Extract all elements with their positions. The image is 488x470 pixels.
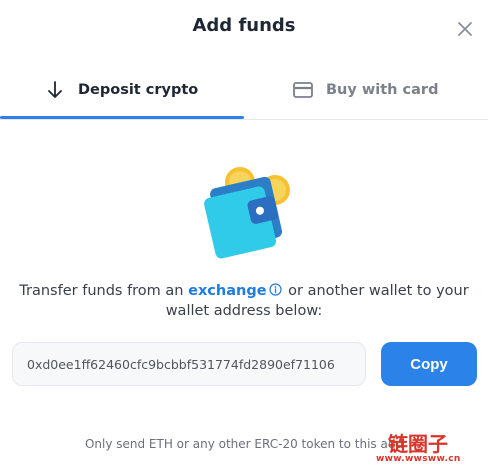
exchange-link[interactable]: exchange bbox=[188, 283, 266, 299]
watermark: 链圈子 www.wwsww.cn bbox=[370, 428, 488, 470]
desc-text-start: Transfer funds from an bbox=[19, 283, 189, 299]
watermark-url: www.wwsww.cn bbox=[376, 454, 461, 464]
close-icon[interactable] bbox=[454, 18, 476, 40]
add-funds-dialog: Add funds Deposit crypto Buy with card T… bbox=[0, 0, 488, 470]
info-icon[interactable] bbox=[268, 283, 282, 296]
tab-label: Buy with card bbox=[326, 82, 439, 98]
desc-text-line2: wallet address below: bbox=[165, 303, 323, 319]
dialog-title: Add funds bbox=[192, 15, 296, 36]
wallet-address-value: 0xd0ee1ff62460cfc9bcbbf531774fd2890ef711… bbox=[27, 356, 335, 372]
credit-card-icon bbox=[293, 82, 313, 98]
tab-deposit-crypto[interactable]: Deposit crypto bbox=[44, 60, 198, 120]
wallet-address-field[interactable]: 0xd0ee1ff62460cfc9bcbbf531774fd2890ef711… bbox=[12, 342, 366, 386]
arrow-down-icon bbox=[48, 81, 62, 98]
active-tab-indicator bbox=[0, 116, 244, 119]
copy-button[interactable]: Copy bbox=[381, 342, 477, 386]
watermark-title: 链圈子 bbox=[388, 432, 448, 456]
tab-label: Deposit crypto bbox=[78, 82, 199, 98]
tab-buy-with-card[interactable]: Buy with card bbox=[292, 60, 438, 120]
tab-bar: Deposit crypto Buy with card bbox=[0, 60, 488, 120]
transfer-description: Transfer funds from an exchange or anoth… bbox=[0, 281, 488, 321]
wallet-coins-icon bbox=[204, 167, 290, 259]
desc-text-end: or another wallet to your bbox=[283, 283, 469, 299]
